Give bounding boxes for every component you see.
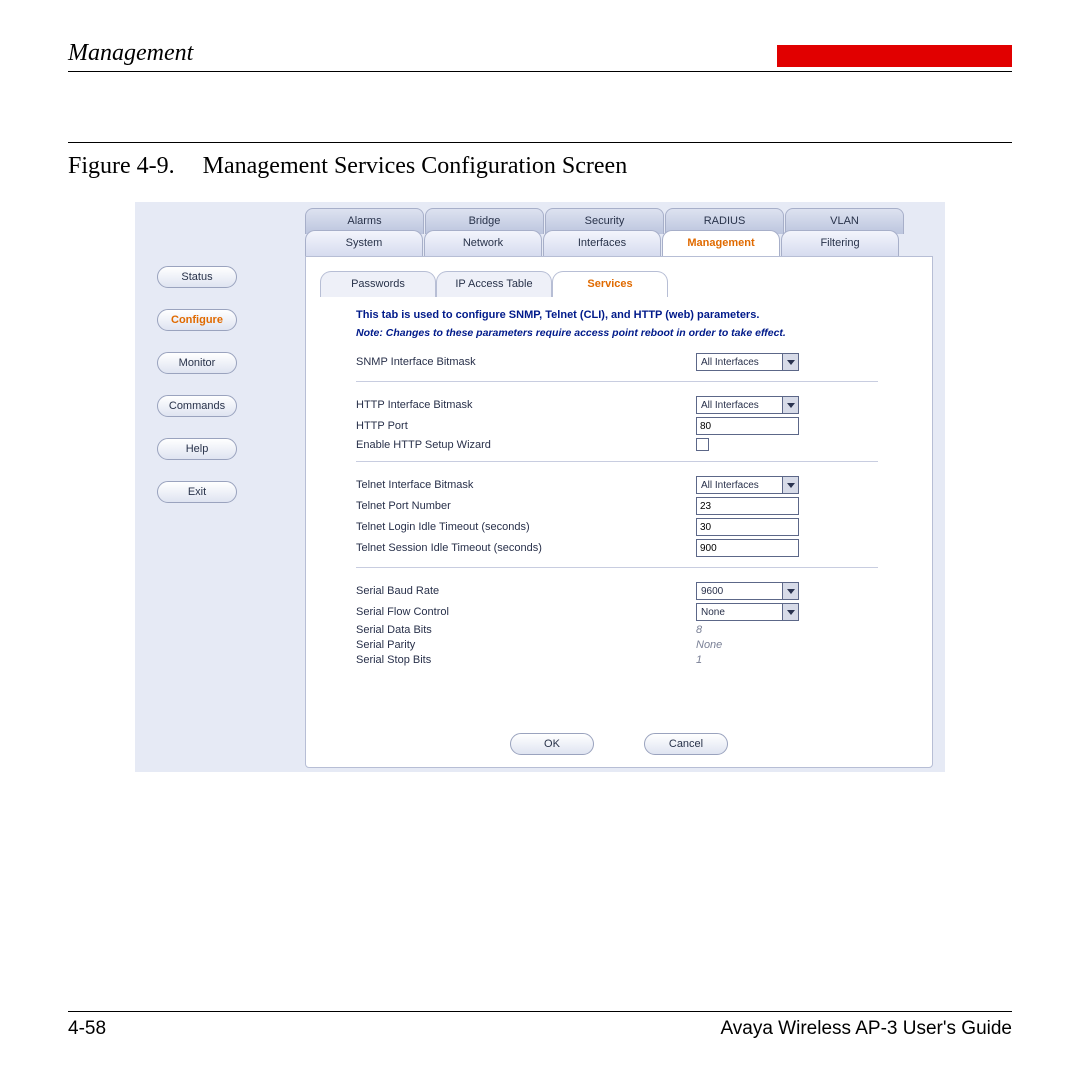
page-footer: 4-58 Avaya Wireless AP-3 User's Guide bbox=[68, 1011, 1012, 1040]
figure-title: Management Services Configuration Screen bbox=[203, 153, 628, 179]
label-snmp-bitmask: SNMP Interface Bitmask bbox=[356, 356, 696, 368]
label-http-wizard: Enable HTTP Setup Wizard bbox=[356, 439, 696, 451]
page-number: 4-58 bbox=[68, 1018, 106, 1040]
tab-system[interactable]: System bbox=[305, 230, 423, 256]
sidebar-item-monitor[interactable]: Monitor bbox=[157, 352, 237, 374]
label-telnet-session-timeout: Telnet Session Idle Timeout (seconds) bbox=[356, 542, 696, 554]
chevron-down-icon[interactable] bbox=[782, 604, 798, 620]
subtab-row: Passwords IP Access Table Services bbox=[320, 271, 668, 297]
screenshot-panel: Status Configure Monitor Commands Help E… bbox=[135, 202, 945, 772]
subtab-services[interactable]: Services bbox=[552, 271, 668, 297]
services-subpanel: This tab is used to configure SNMP, Teln… bbox=[320, 297, 918, 722]
sidebar-item-help[interactable]: Help bbox=[157, 438, 237, 460]
row-serial-data-bits: Serial Data Bits 8 bbox=[356, 624, 918, 636]
value-serial-stop-bits: 1 bbox=[696, 654, 702, 666]
row-snmp-bitmask: SNMP Interface Bitmask All Interfaces bbox=[356, 353, 918, 371]
ok-button[interactable]: OK bbox=[510, 733, 594, 755]
select-http-bitmask[interactable]: All Interfaces bbox=[696, 396, 799, 414]
sidebar-item-configure[interactable]: Configure bbox=[157, 309, 237, 331]
row-serial-stop-bits: Serial Stop Bits 1 bbox=[356, 654, 918, 666]
sidebar-item-exit[interactable]: Exit bbox=[157, 481, 237, 503]
figure-rule bbox=[68, 142, 1012, 143]
guide-title: Avaya Wireless AP-3 User's Guide bbox=[720, 1018, 1012, 1040]
label-serial-baud: Serial Baud Rate bbox=[356, 585, 696, 597]
row-serial-baud: Serial Baud Rate 9600 bbox=[356, 582, 918, 600]
row-serial-parity: Serial Parity None bbox=[356, 639, 918, 651]
chevron-down-icon[interactable] bbox=[782, 397, 798, 413]
select-telnet-bitmask[interactable]: All Interfaces bbox=[696, 476, 799, 494]
header-accent-bar bbox=[777, 45, 1012, 67]
label-serial-stop-bits: Serial Stop Bits bbox=[356, 654, 696, 666]
tab-filtering[interactable]: Filtering bbox=[781, 230, 899, 256]
subtab-passwords[interactable]: Passwords bbox=[320, 271, 436, 297]
tab-interfaces[interactable]: Interfaces bbox=[543, 230, 661, 256]
label-telnet-login-timeout: Telnet Login Idle Timeout (seconds) bbox=[356, 521, 696, 533]
row-http-port: HTTP Port bbox=[356, 417, 918, 435]
chevron-down-icon[interactable] bbox=[782, 354, 798, 370]
value-serial-parity: None bbox=[696, 639, 722, 651]
figure-caption: Figure 4-9. Management Services Configura… bbox=[68, 153, 1012, 180]
row-telnet-session-timeout: Telnet Session Idle Timeout (seconds) bbox=[356, 539, 918, 557]
label-telnet-bitmask: Telnet Interface Bitmask bbox=[356, 479, 696, 491]
row-serial-flow: Serial Flow Control None bbox=[356, 603, 918, 621]
label-telnet-port: Telnet Port Number bbox=[356, 500, 696, 512]
row-http-bitmask: HTTP Interface Bitmask All Interfaces bbox=[356, 396, 918, 414]
sidebar-item-commands[interactable]: Commands bbox=[157, 395, 237, 417]
row-telnet-bitmask: Telnet Interface Bitmask All Interfaces bbox=[356, 476, 918, 494]
select-serial-flow[interactable]: None bbox=[696, 603, 799, 621]
row-telnet-login-timeout: Telnet Login Idle Timeout (seconds) bbox=[356, 518, 918, 536]
row-telnet-port: Telnet Port Number bbox=[356, 497, 918, 515]
tab-row-lower: System Network Interfaces Management Fil… bbox=[305, 230, 899, 256]
input-telnet-port[interactable] bbox=[696, 497, 799, 515]
sidebar-item-status[interactable]: Status bbox=[157, 266, 237, 288]
label-serial-parity: Serial Parity bbox=[356, 639, 696, 651]
divider bbox=[356, 381, 878, 382]
label-serial-data-bits: Serial Data Bits bbox=[356, 624, 696, 636]
select-snmp-bitmask[interactable]: All Interfaces bbox=[696, 353, 799, 371]
intro-text: This tab is used to configure SNMP, Teln… bbox=[356, 309, 918, 321]
select-serial-baud[interactable]: 9600 bbox=[696, 582, 799, 600]
label-http-port: HTTP Port bbox=[356, 420, 696, 432]
label-http-bitmask: HTTP Interface Bitmask bbox=[356, 399, 696, 411]
chevron-down-icon[interactable] bbox=[782, 477, 798, 493]
tab-network[interactable]: Network bbox=[424, 230, 542, 256]
input-http-port[interactable] bbox=[696, 417, 799, 435]
divider bbox=[356, 461, 878, 462]
chevron-down-icon[interactable] bbox=[782, 583, 798, 599]
input-telnet-session-timeout[interactable] bbox=[696, 539, 799, 557]
tab-management[interactable]: Management bbox=[662, 230, 780, 256]
header-title: Management bbox=[68, 40, 193, 67]
value-serial-data-bits: 8 bbox=[696, 624, 702, 636]
checkbox-http-wizard[interactable] bbox=[696, 438, 709, 451]
cancel-button[interactable]: Cancel bbox=[644, 733, 728, 755]
panel-body: Passwords IP Access Table Services This … bbox=[305, 256, 933, 768]
button-row: OK Cancel bbox=[306, 733, 932, 755]
label-serial-flow: Serial Flow Control bbox=[356, 606, 696, 618]
divider bbox=[356, 567, 878, 568]
page-header: Management bbox=[68, 40, 1012, 72]
figure-label: Figure 4-9. bbox=[68, 153, 175, 179]
input-telnet-login-timeout[interactable] bbox=[696, 518, 799, 536]
subtab-ip-access-table[interactable]: IP Access Table bbox=[436, 271, 552, 297]
row-http-wizard: Enable HTTP Setup Wizard bbox=[356, 438, 918, 451]
note-text: Note: Changes to these parameters requir… bbox=[356, 327, 918, 339]
